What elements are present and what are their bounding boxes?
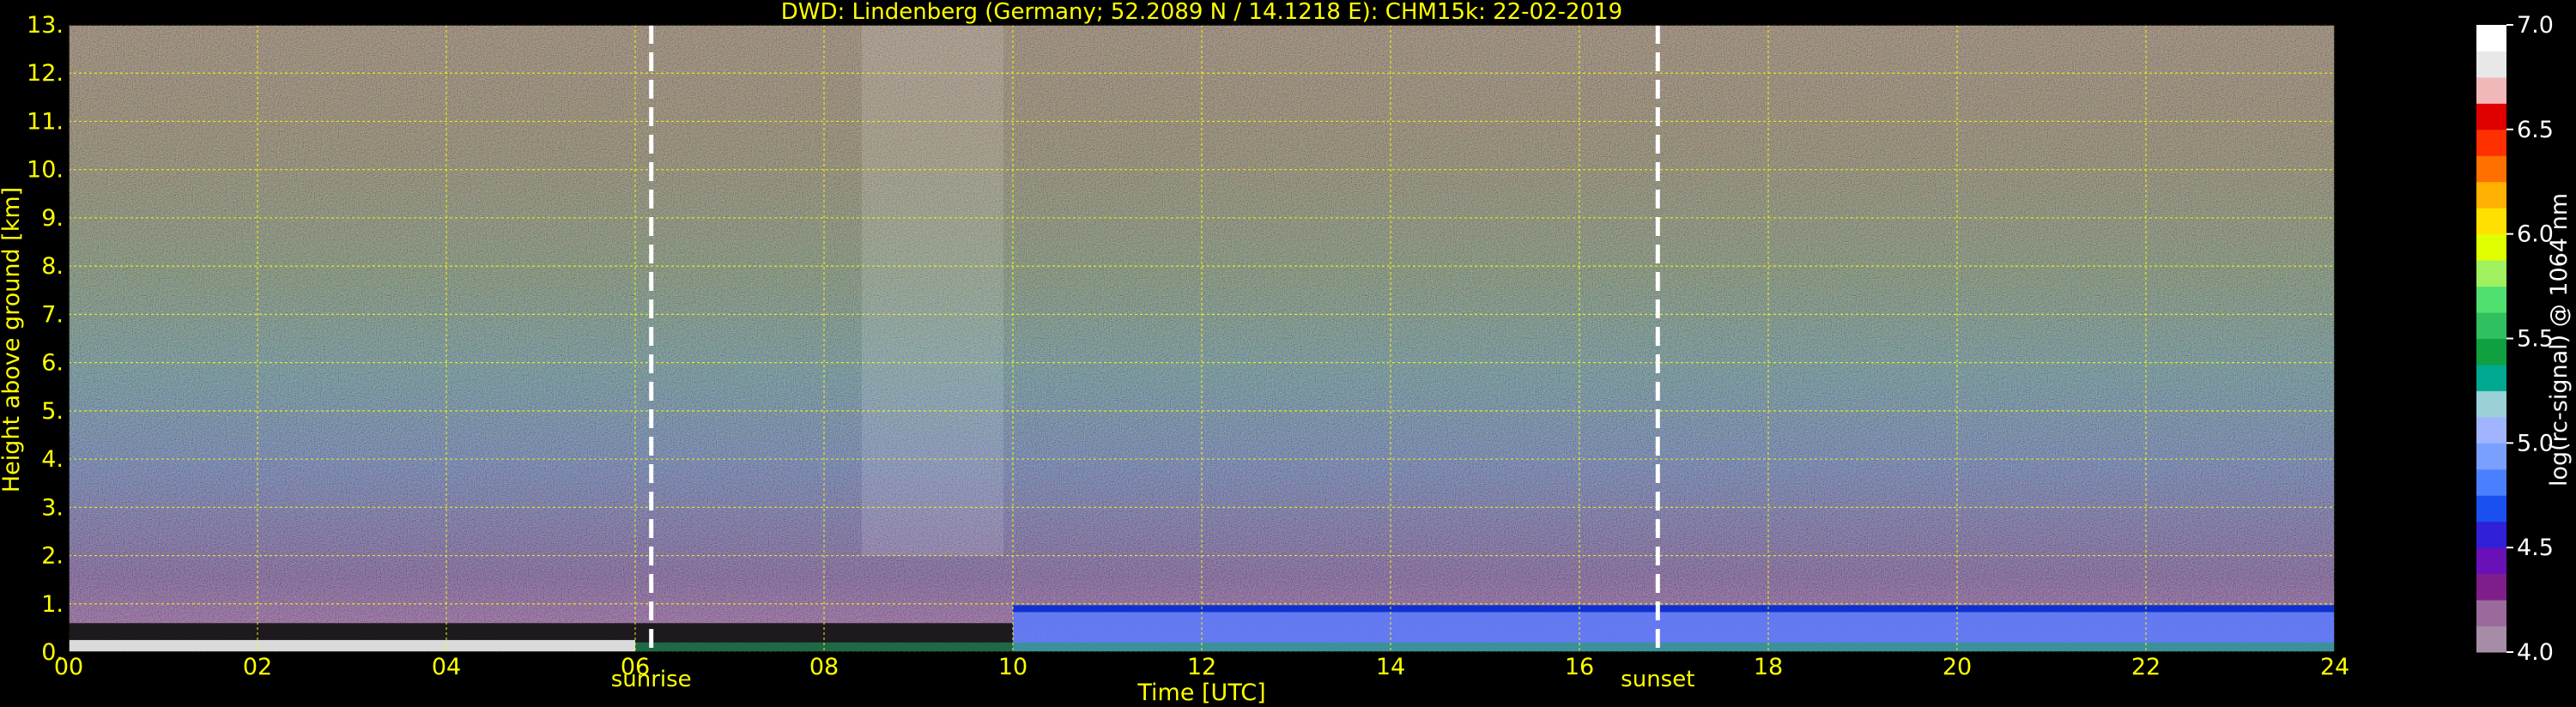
x-tick-label: 02 xyxy=(243,654,272,680)
colorbar-segment xyxy=(2476,51,2506,78)
y-axis-label: Height above ground [km] xyxy=(0,187,25,492)
colorbar-segment xyxy=(2476,390,2506,418)
x-tick-label: 24 xyxy=(2320,654,2349,680)
colorbar-segment xyxy=(2476,181,2506,208)
surface-green-band xyxy=(635,642,2335,652)
surface-band xyxy=(69,639,635,652)
colorbar-segment xyxy=(2476,76,2506,104)
colorbar-tick-label: 6.5 xyxy=(2517,117,2554,143)
x-tick-label: 20 xyxy=(1943,654,1972,680)
colorbar-segment xyxy=(2476,521,2506,548)
marker-label-sunset: sunset xyxy=(1621,667,1694,692)
colorbar-segment xyxy=(2476,25,2506,51)
x-tick-label: 08 xyxy=(809,654,839,680)
x-tick-label: 14 xyxy=(1376,654,1405,680)
colorbar-segment xyxy=(2476,233,2506,261)
y-tick-label: 10. xyxy=(27,157,64,184)
colorbar-segment xyxy=(2476,416,2506,444)
x-tick-label: 06 xyxy=(621,654,650,680)
colorbar: 4.04.55.05.56.06.57.0 xyxy=(2476,12,2554,666)
y-tick-label: 8. xyxy=(41,253,64,280)
x-tick-label: 10 xyxy=(998,654,1027,680)
colorbar-segment xyxy=(2476,468,2506,496)
y-tick-label: 0. xyxy=(41,639,64,666)
chart-title: DWD: Lindenberg (Germany; 52.2089 N / 14… xyxy=(781,0,1622,25)
y-tick-label: 9. xyxy=(41,205,64,232)
colorbar-segment xyxy=(2476,155,2506,183)
x-tick-label: 18 xyxy=(1754,654,1783,680)
colorbar-segment xyxy=(2476,129,2506,156)
colorbar-segment xyxy=(2476,103,2506,130)
ceilometer-chart: sunrise sunset 00 02 04 06 08 10 12 14 16 18 20 22 24… xyxy=(0,0,2573,706)
y-tick-label: 13. xyxy=(27,12,64,39)
colorbar-segment xyxy=(2476,625,2506,653)
colorbar-segment xyxy=(2476,600,2506,627)
colorbar-tick-label: 4.0 xyxy=(2517,639,2554,666)
y-tick-label: 6. xyxy=(41,350,64,377)
y-tick-label: 11. xyxy=(27,108,64,135)
colorbar-segment xyxy=(2476,286,2506,313)
y-tick-label: 5. xyxy=(41,398,64,425)
colorbar-segment xyxy=(2476,364,2506,391)
colorbar-segment xyxy=(2476,312,2506,339)
layer-top-edge xyxy=(1013,605,2335,613)
x-tick-label: 16 xyxy=(1565,654,1594,680)
colorbar-tick-label: 4.5 xyxy=(2517,535,2554,561)
bright-column xyxy=(862,25,1003,556)
colorbar-tick-label: 7.0 xyxy=(2517,12,2554,39)
colorbar-segment xyxy=(2476,208,2506,235)
colorbar-segment xyxy=(2476,260,2506,287)
y-tick-label: 3. xyxy=(41,494,64,521)
y-tick-label: 4. xyxy=(41,446,64,473)
colorbar-segment xyxy=(2476,338,2506,366)
colorbar-segment xyxy=(2476,495,2506,523)
x-tick-label: 22 xyxy=(2131,654,2161,680)
colorbar-segment xyxy=(2476,443,2506,470)
y-tick-label: 1. xyxy=(41,591,64,618)
y-tick-label: 7. xyxy=(41,301,64,328)
colorbar-label: log(rc-signal) @ 1064 nm xyxy=(2546,193,2573,486)
x-tick-label: 04 xyxy=(432,654,461,680)
y-tick-label: 2. xyxy=(41,543,64,570)
colorbar-segment xyxy=(2476,547,2506,575)
y-tick-label: 12. xyxy=(27,60,64,87)
colorbar-segment xyxy=(2476,573,2506,601)
x-axis-label: Time [UTC] xyxy=(1136,680,1265,706)
x-tick-label: 12 xyxy=(1187,654,1216,680)
